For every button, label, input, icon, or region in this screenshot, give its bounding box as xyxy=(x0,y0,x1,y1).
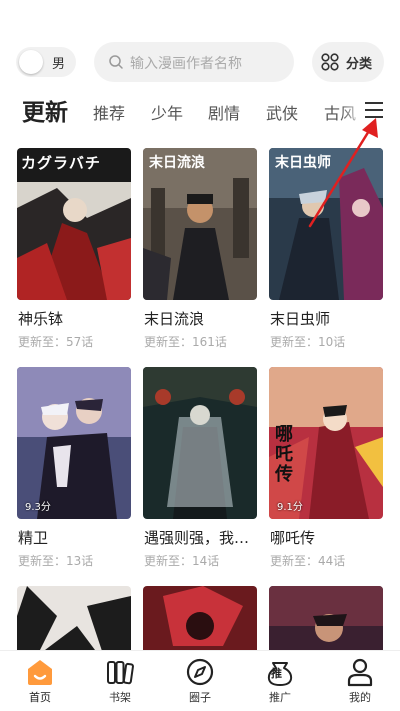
comic-cover: 9.3分 xyxy=(17,367,131,519)
home-icon xyxy=(28,660,52,685)
category-grid-icon xyxy=(321,53,339,71)
comic-update: 更新至：14话 xyxy=(144,554,220,568)
cover-art xyxy=(143,586,257,650)
nav-circle[interactable]: 圈子 xyxy=(160,651,240,711)
search-input[interactable]: 输入漫画作者名称 xyxy=(94,42,294,82)
comic-cover: 末日流浪 xyxy=(143,148,257,300)
search-icon xyxy=(109,55,123,69)
cover-art xyxy=(17,586,131,650)
comic-title: 哪吒传 xyxy=(270,529,316,547)
comic-title: 遇强则强，我… xyxy=(144,529,250,547)
search-placeholder: 输入漫画作者名称 xyxy=(130,56,242,72)
category-button[interactable]: 分类 xyxy=(312,42,384,82)
comic-title: 神乐钵 xyxy=(18,310,64,328)
tab-recommend[interactable]: 推荐 xyxy=(93,100,125,124)
compass-icon xyxy=(186,658,214,686)
cover-art xyxy=(143,367,257,519)
nav-home[interactable]: 首页 xyxy=(0,651,80,711)
comic-grid: カグラバチ 神乐钵 更新至：57话 末日流浪 末日流浪 更新至：161话 末日虫… xyxy=(0,148,400,650)
cover-text: カグラバチ xyxy=(21,154,101,172)
comic-cover: 末日虫师 xyxy=(269,148,383,300)
comic-cover: カグラバチ xyxy=(17,148,131,300)
gender-toggle[interactable]: 男 xyxy=(16,47,76,77)
promote-badge: 推 xyxy=(271,667,282,680)
tab-drama[interactable]: 剧情 xyxy=(208,100,240,124)
comic-cover xyxy=(269,586,383,650)
comic-cover: 哪吒传 9.1分 xyxy=(269,367,383,519)
nav-bookshelf[interactable]: 书架 xyxy=(80,651,160,711)
nav-label: 圈子 xyxy=(189,691,211,704)
comic-update: 更新至：13话 xyxy=(18,554,94,568)
comic-title: 末日虫师 xyxy=(270,310,331,328)
cover-text: 哪吒传 xyxy=(275,424,293,485)
cover-text: 末日虫师 xyxy=(275,155,331,171)
comic-rating: 9.3分 xyxy=(25,502,51,513)
cover-art xyxy=(17,367,131,519)
gender-label: 男 xyxy=(52,57,66,72)
cover-art xyxy=(269,586,383,650)
comic-update: 更新至：44话 xyxy=(270,554,346,568)
comic-update: 更新至：161话 xyxy=(144,335,227,349)
nav-label: 推广 xyxy=(269,691,291,704)
cover-text: 末日流浪 xyxy=(149,155,205,171)
comic-cover xyxy=(143,367,257,519)
top-bar: 男 输入漫画作者名称 分类 xyxy=(0,40,400,84)
comic-cover xyxy=(17,586,131,650)
tab-update[interactable]: 更新 xyxy=(22,93,68,127)
bottom-nav: 首页 书架 圈子 推 推广 我的 xyxy=(0,650,400,711)
nav-profile[interactable]: 我的 xyxy=(320,651,400,711)
tab-youth[interactable]: 少年 xyxy=(151,100,183,124)
nav-promote[interactable]: 推 推广 xyxy=(240,651,320,711)
nav-label: 首页 xyxy=(29,691,51,704)
comic-update: 更新至：10话 xyxy=(270,335,346,349)
comic-update: 更新至：57话 xyxy=(18,335,94,349)
category-tabs: 更新 推荐 少年 剧情 武侠 古风 xyxy=(0,90,400,130)
bookshelf-icon xyxy=(107,661,134,685)
comic-rating: 9.1分 xyxy=(277,502,303,513)
comic-title: 精卫 xyxy=(18,529,49,547)
comic-title: 末日流浪 xyxy=(144,310,205,328)
menu-icon[interactable] xyxy=(363,100,385,120)
category-label: 分类 xyxy=(346,57,373,72)
comic-cover xyxy=(143,586,257,650)
profile-icon xyxy=(347,658,373,687)
nav-label: 书架 xyxy=(109,691,131,704)
nav-label: 我的 xyxy=(349,691,371,704)
tab-wuxia[interactable]: 武侠 xyxy=(266,100,298,124)
toggle-knob xyxy=(19,50,43,74)
